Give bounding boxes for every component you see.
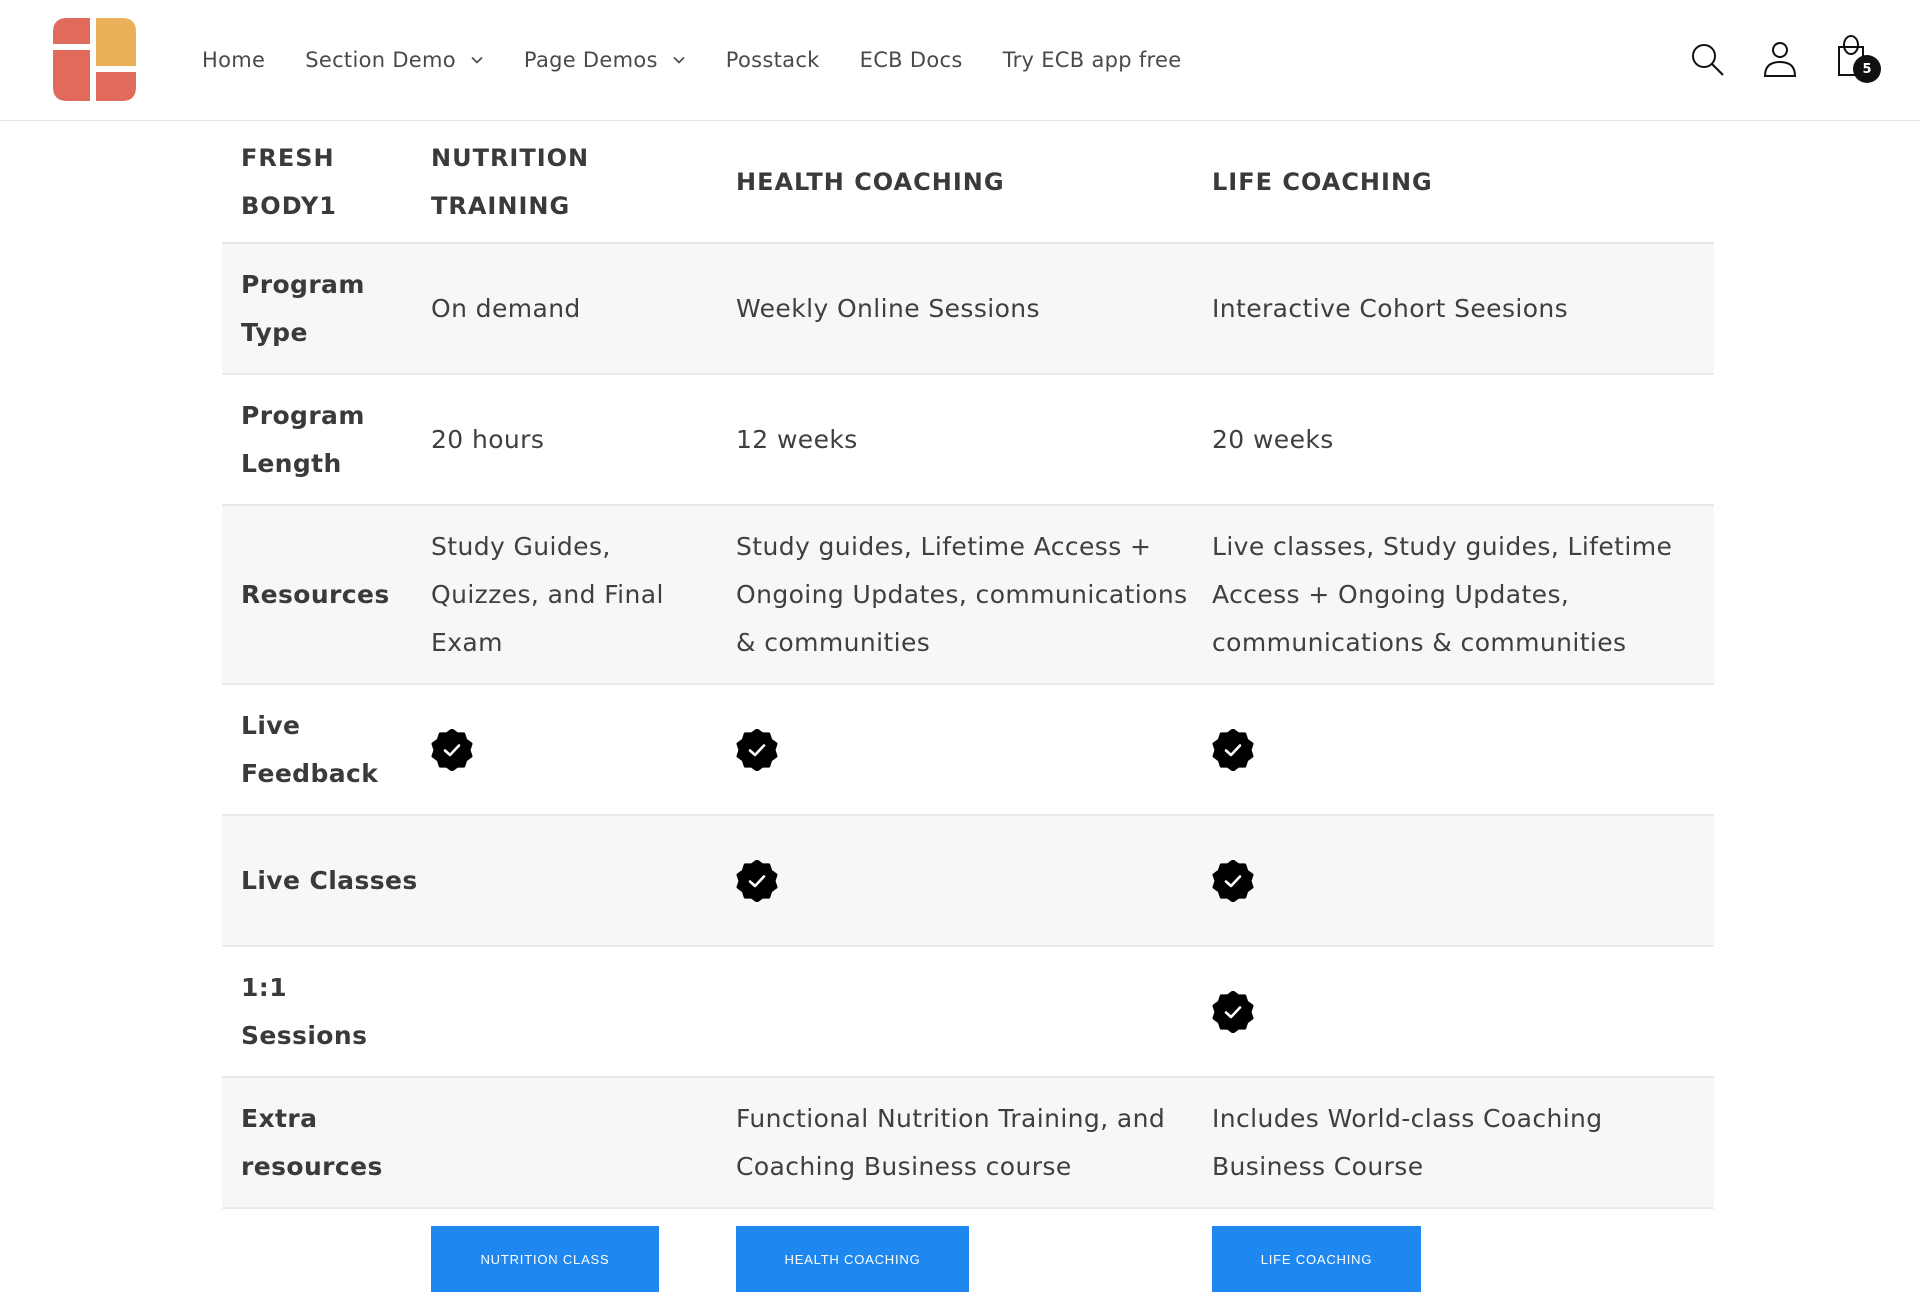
- nav-label: ECB Docs: [859, 48, 963, 72]
- column-header: HEALTH COACHING: [736, 167, 1005, 196]
- row-label: Live Classes: [241, 865, 418, 895]
- check-cell: [431, 816, 721, 945]
- table-cell: Study Guides, Quizzes, and Final Exam: [431, 531, 664, 657]
- nav-label: Posstack: [725, 48, 820, 72]
- health-coaching-button[interactable]: HEALTH COACHING: [736, 1226, 969, 1292]
- logo-icon[interactable]: [53, 18, 136, 101]
- account-icon[interactable]: [1762, 40, 1798, 78]
- table-row: Program Length 20 hours 12 weeks 20 week…: [222, 375, 1714, 506]
- nav-ecb-docs[interactable]: ECB Docs: [860, 48, 963, 72]
- check-cell: [736, 816, 1196, 945]
- verified-check-icon: [736, 859, 778, 902]
- cta-buttons: NUTRITION CLASS HEALTH COACHING LIFE COA…: [0, 1226, 1920, 1292]
- table-row: Resources Study Guides, Quizzes, and Fin…: [222, 506, 1714, 685]
- verified-check-icon: [1212, 990, 1254, 1033]
- table-row: Live Feedback: [222, 685, 1714, 816]
- table-row: Program Type On demand Weekly Online Ses…: [222, 244, 1714, 375]
- main-nav: Home Section Demo Page Demos Posstack EC…: [202, 40, 1221, 80]
- nav-label: Page Demos: [523, 48, 658, 72]
- cart-count-badge: 5: [1853, 55, 1881, 83]
- nav-try-ecb[interactable]: Try ECB app free: [1003, 48, 1182, 72]
- nav-page-demos[interactable]: Page Demos: [524, 48, 686, 72]
- comparison-table: FRESH BODY1 NUTRITION TRAINING HEALTH CO…: [222, 121, 1714, 1209]
- site-header: Home Section Demo Page Demos Posstack EC…: [0, 0, 1920, 121]
- nav-section-demo[interactable]: Section Demo: [305, 48, 484, 72]
- chevron-down-icon: [673, 56, 685, 64]
- chevron-down-icon: [471, 56, 483, 64]
- table-header-row: FRESH BODY1 NUTRITION TRAINING HEALTH CO…: [222, 121, 1714, 244]
- table-row: Extra resources Functional Nutrition Tra…: [222, 1078, 1714, 1209]
- table-cell: 20 hours: [431, 424, 545, 454]
- row-label: Extra resources: [241, 1103, 383, 1181]
- verified-check-icon: [1212, 728, 1254, 771]
- verified-check-icon: [1212, 859, 1254, 902]
- check-cell: [1212, 947, 1712, 1076]
- table-cell: Live classes, Study guides, Lifetime Acc…: [1212, 531, 1673, 657]
- nav-label: Section Demo: [305, 48, 456, 72]
- nav-label: Home: [202, 48, 266, 72]
- row-label: 1:1 Sessions: [241, 972, 368, 1050]
- verified-check-icon: [736, 728, 778, 771]
- nav-home[interactable]: Home: [202, 48, 265, 72]
- table-cell: Study guides, Lifetime Access + Ongoing …: [736, 531, 1188, 657]
- row-label: Live Feedback: [241, 710, 379, 788]
- column-header: LIFE COACHING: [1212, 167, 1433, 196]
- row-label: Program Length: [241, 400, 365, 478]
- check-cell: [736, 947, 1196, 1076]
- nav-posstack[interactable]: Posstack: [726, 48, 820, 72]
- check-cell: [431, 685, 721, 814]
- column-header: FRESH BODY1: [241, 143, 337, 220]
- table-cell: On demand: [431, 293, 581, 323]
- check-cell: [1212, 816, 1712, 945]
- table-row: 1:1 Sessions: [222, 947, 1714, 1078]
- column-header: NUTRITION TRAINING: [431, 143, 590, 220]
- row-label: Resources: [241, 579, 390, 609]
- search-icon[interactable]: [1690, 42, 1726, 78]
- check-cell: [431, 947, 721, 1076]
- table-cell: Functional Nutrition Training, and Coach…: [736, 1103, 1166, 1181]
- table-cell: Includes World-class Coaching Business C…: [1212, 1103, 1603, 1181]
- table-cell: Interactive Cohort Seesions: [1212, 293, 1569, 323]
- table-cell: 20 weeks: [1212, 424, 1334, 454]
- nav-label: Try ECB app free: [1002, 48, 1182, 72]
- life-coaching-button[interactable]: LIFE COACHING: [1212, 1226, 1421, 1292]
- verified-check-icon: [431, 728, 473, 771]
- table-cell: [431, 1078, 721, 1207]
- nutrition-class-button[interactable]: NUTRITION CLASS: [431, 1226, 659, 1292]
- table-row: Live Classes: [222, 816, 1714, 947]
- check-cell: [1212, 685, 1712, 814]
- table-cell: 12 weeks: [736, 424, 858, 454]
- table-cell: Weekly Online Sessions: [736, 293, 1040, 323]
- check-cell: [736, 685, 1196, 814]
- cart-button[interactable]: 5: [1836, 33, 1884, 85]
- row-label: Program Type: [241, 269, 365, 347]
